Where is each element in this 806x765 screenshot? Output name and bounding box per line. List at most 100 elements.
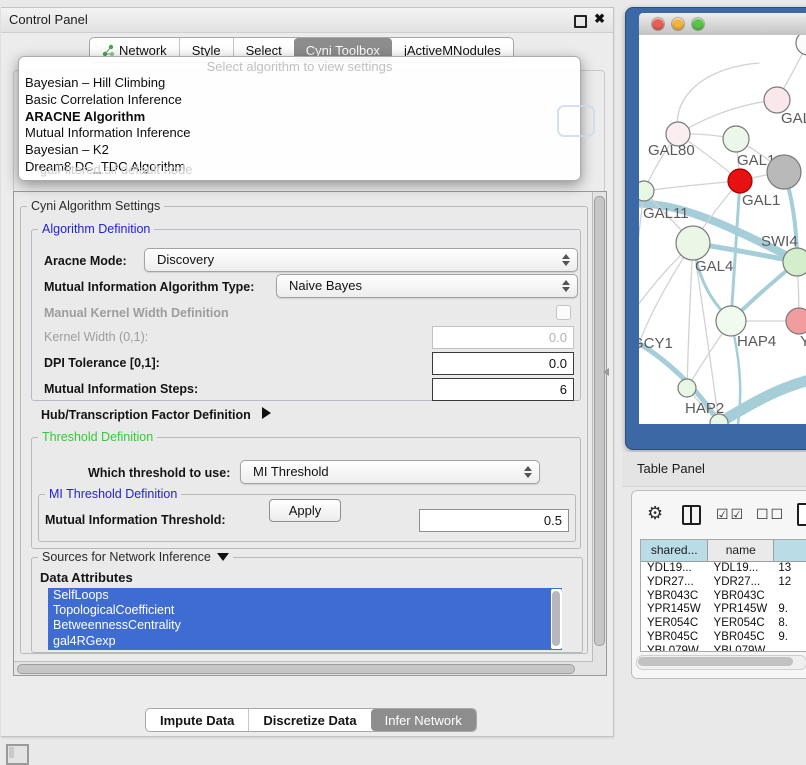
network-node-y[interactable] [786,308,806,334]
kernel-width-field[interactable]: 0.0 [432,326,574,349]
float-window-icon[interactable] [574,15,587,28]
table-cell: YBL079W [708,645,773,652]
node-label: GAL1 [742,192,780,209]
manual-kernel-checkbox[interactable] [556,305,571,320]
table-row[interactable]: YDR27...YDR27...12 [641,576,806,590]
mi-type-label: Mutual Information Algorithm Type: [44,280,254,294]
network-node-hap2[interactable] [678,379,696,397]
ghost-combo-outline [557,105,595,137]
table-cell: YBR043C [708,590,773,604]
table-body: YDL19...YDL19...13YDR27...YDR27...12YBR0… [641,562,806,652]
table-cell: 8. [772,617,806,631]
table-row[interactable]: YPR145WYPR145W9. [641,603,806,617]
zoom-traffic-icon[interactable] [692,18,704,30]
network-edge [719,379,806,423]
attribute-item[interactable]: TopologicalCoefficient [48,603,562,618]
algorithm-option[interactable]: Mutual Information Inference [23,125,576,142]
settings-vertical-scrollbar[interactable] [592,192,606,675]
which-threshold-combo[interactable]: MI Threshold [240,460,540,484]
table-header-row: shared...name [641,540,806,562]
settings-horizontal-scrollbar[interactable] [14,661,593,675]
table-row[interactable]: YDL19...YDL19...13 [641,562,806,576]
which-threshold-value: MI Threshold [253,464,329,479]
close-icon[interactable]: ✖ [594,11,605,27]
network-canvas[interactable]: GALGAL80GAL10GAL1GAL11GAL4SWI4HAP4YGCY1H… [639,35,806,424]
bottom-tab-discretize-data[interactable]: Discretize Data [248,709,370,731]
aracne-mode-combo[interactable]: Discovery [144,248,578,272]
network-node-gal4[interactable] [676,226,710,260]
mi-steps-field[interactable]: 6 [432,378,574,401]
network-node-hap4[interactable] [716,306,746,336]
network-node-swi4[interactable] [783,248,806,276]
network-node-gal1[interactable] [728,169,752,193]
node-table[interactable]: shared...name YDL19...YDL19...13YDR27...… [640,539,806,652]
which-threshold-label: Which threshold to use: [88,466,230,480]
network-node-gal10[interactable] [723,126,749,152]
network-edge [639,243,693,375]
mi-steps-label: Mutual Information Steps: [44,382,198,396]
table-cell: YDL19... [641,562,708,576]
bottom-tab-infer-network[interactable]: Infer Network [371,709,476,731]
control-panel-titlebar: Control Panel ✖ [1,8,613,33]
sources-header[interactable]: Sources for Network Inference [38,550,233,564]
splitter-collapse-icon[interactable] [603,368,609,376]
table-cell: YDR27... [641,576,708,590]
combo-arrows-icon [562,275,570,297]
data-attributes-list[interactable]: SelfLoopsTopologicalCoefficientBetweenne… [48,588,562,650]
table-cell: YBL079W [641,645,708,652]
columns-icon[interactable] [682,505,701,525]
unchecked-boxes-icon[interactable]: ☐☐ [756,506,785,523]
mi-threshold-title: MI Threshold Definition [45,487,181,501]
checked-boxes-icon[interactable]: ☑☑ [716,506,745,523]
close-traffic-icon[interactable] [652,18,664,30]
column-header[interactable]: shared... [641,540,708,561]
table-row[interactable]: YBR045CYBR045C9. [641,631,806,645]
mi-threshold-label: Mutual Information Threshold: [45,513,226,527]
column-header[interactable] [774,540,806,561]
attribute-item[interactable]: SelfLoops [48,588,562,603]
gear-icon[interactable]: ⚙ [647,504,663,522]
node-label: GCY1 [639,335,673,352]
algorithm-option[interactable]: ARACNE Algorithm [23,109,576,126]
table-row[interactable]: YER054CYER054C8. [641,617,806,631]
table-panel-bar: Table Panel [622,452,806,487]
table-cell [772,590,806,604]
cyni-algorithm-settings-group: Cyni Algorithm Settings Algorithm Defini… [20,206,588,654]
apply-button[interactable]: Apply [269,499,341,522]
node-label: HAP4 [737,333,776,350]
dpi-tolerance-label: DPI Tolerance [0,1]: [44,356,160,370]
table-row[interactable]: YBL079WYBL079W [641,645,806,652]
algorithm-option[interactable]: Bayesian – Hill Climbing [23,75,576,92]
algorithm-option[interactable]: Bayesian – K2 [23,142,576,159]
table-cell: 12 [772,576,806,590]
node-label: GAL4 [695,258,733,275]
bottom-tab-impute-data[interactable]: Impute Data [146,709,248,731]
network-node[interactable] [796,35,806,55]
attribute-item[interactable]: gal4RGexp [48,634,562,649]
network-node[interactable] [767,155,801,189]
minimize-traffic-icon[interactable] [672,18,684,30]
algorithm-list: Bayesian – Hill ClimbingBasic Correlatio… [23,75,576,176]
algorithm-option[interactable]: Basic Correlation Inference [23,92,576,109]
document-icon[interactable] [797,503,806,526]
list-scrollbar[interactable] [551,589,562,649]
network-window-titlebar[interactable] [639,13,806,36]
mi-threshold-field[interactable]: 0.5 [419,509,569,532]
column-header[interactable]: name [708,540,774,561]
algorithm-definition-title: Algorithm Definition [38,222,154,236]
cyni-algorithm-settings-title: Cyni Algorithm Settings [27,199,164,213]
table-cell: YBR045C [641,631,708,645]
screen: { "colors": { "net_frame_blue": "#3c68a5… [0,0,806,762]
network-combo-ghost-text: galFiltered.sif default node [40,162,192,177]
network-node-gal11[interactable] [639,181,654,201]
table-row[interactable]: YBR043CYBR043C [641,590,806,604]
table-horizontal-scrollbar[interactable] [636,655,806,670]
algorithm-prompt: Select algorithm to view settings [19,59,580,74]
table-toolbar: ⚙ ☑☑ ☐☐ [632,491,806,539]
attribute-item[interactable]: BetweennessCentrality [48,618,562,633]
combo-arrows-icon [524,461,532,483]
threshold-definition-group: Threshold Definition Which threshold to … [31,437,581,549]
mi-type-combo[interactable]: Naive Bayes [276,274,578,298]
hub-definition-toggle[interactable]: Hub/Transcription Factor Definition [41,407,271,422]
dpi-tolerance-field[interactable]: 0.0 [432,352,574,375]
